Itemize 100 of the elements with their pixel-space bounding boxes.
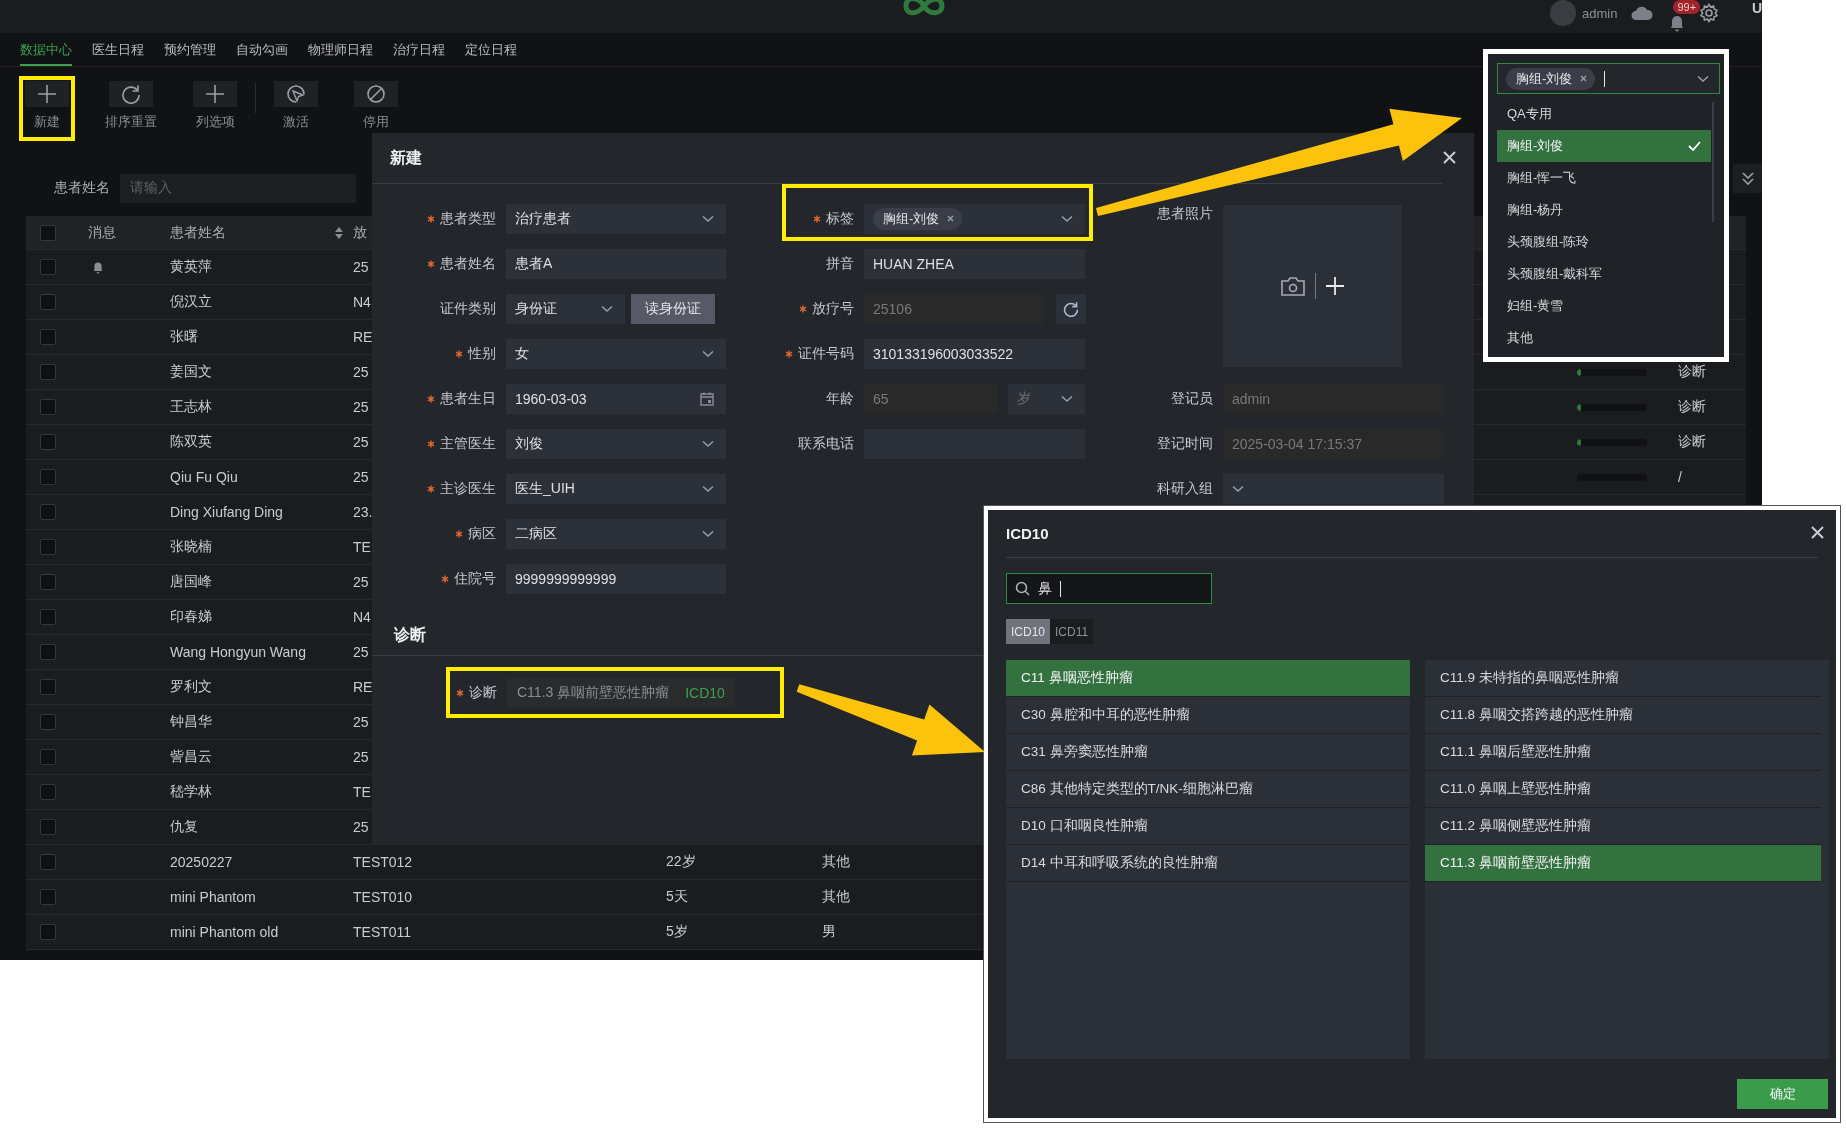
field-label: 放疗号: [812, 299, 854, 318]
field-label: 证件号码: [798, 344, 854, 363]
checkbox[interactable]: [40, 819, 56, 835]
nav-tab[interactable]: 预约管理: [164, 33, 216, 66]
checkbox[interactable]: [40, 644, 56, 660]
dropdown-option[interactable]: 头颈腹组-陈玲: [1497, 226, 1711, 258]
table-cell: 5岁: [666, 923, 688, 941]
plus-icon: [1326, 277, 1344, 295]
cloud-icon[interactable]: [1631, 5, 1654, 21]
refresh-button[interactable]: [1056, 293, 1086, 324]
checkbox[interactable]: [40, 294, 56, 310]
close-icon[interactable]: [1443, 151, 1456, 164]
select-field[interactable]: 二病区: [506, 518, 726, 549]
list-item[interactable]: C11.1 鼻咽后壁恶性肿瘤: [1425, 734, 1821, 771]
refresh-icon: [1063, 300, 1079, 317]
text-field[interactable]: 患者A: [506, 248, 726, 279]
checkbox[interactable]: [40, 434, 56, 450]
list-item[interactable]: C11 鼻咽恶性肿瘤: [1006, 660, 1410, 697]
sort-icon[interactable]: [335, 226, 343, 239]
dropdown-option[interactable]: 头颈腹组-戴科军: [1497, 258, 1711, 290]
list-item[interactable]: C86 其他特定类型的T/NK-细胞淋巴瘤: [1006, 771, 1410, 808]
list-item[interactable]: C30 鼻腔和中耳的恶性肿瘤: [1006, 697, 1410, 734]
list-item[interactable]: C11.0 鼻咽上壁恶性肿瘤: [1425, 771, 1821, 808]
checkbox[interactable]: [40, 714, 56, 730]
checkbox[interactable]: [40, 539, 56, 555]
tag-select[interactable]: 胸组-刘俊: [1497, 63, 1720, 94]
settings-icon[interactable]: [1699, 3, 1720, 23]
checkbox[interactable]: [40, 259, 56, 275]
nav-tab[interactable]: 物理师日程: [308, 33, 373, 66]
dropdown-option[interactable]: 胸组-杨丹: [1497, 194, 1711, 226]
field-label: 联系电话: [798, 434, 854, 453]
list-item[interactable]: C11.8 鼻咽交搭跨越的恶性肿瘤: [1425, 697, 1821, 734]
table-cell: 25: [353, 574, 369, 590]
photo-upload[interactable]: [1223, 205, 1402, 367]
field-label: 科研入组: [1157, 479, 1213, 498]
checkbox[interactable]: [40, 399, 56, 415]
dropdown-option[interactable]: 胸组-恽一飞: [1497, 162, 1711, 194]
tab[interactable]: ICD10: [1006, 619, 1050, 644]
checkbox[interactable]: [40, 679, 56, 695]
text-field[interactable]: 310133196003033522: [864, 338, 1085, 369]
remove-icon[interactable]: [947, 215, 955, 222]
nav-tab[interactable]: 数据中心: [20, 33, 72, 66]
table-cell-text: /: [1677, 469, 1682, 485]
remove-icon[interactable]: [1580, 75, 1588, 82]
table-cell: 訾昌云: [170, 748, 212, 766]
diagnosis-field[interactable]: C11.3 鼻咽前壁恶性肿瘤 ICD10: [507, 678, 735, 708]
checkbox[interactable]: [40, 749, 56, 765]
list-item[interactable]: C31 鼻旁窦恶性肿瘤: [1006, 734, 1410, 771]
select-field[interactable]: 治疗患者: [506, 203, 726, 234]
checkbox[interactable]: [40, 574, 56, 590]
tab[interactable]: ICD11: [1050, 619, 1094, 644]
list-item[interactable]: D14 中耳和呼吸系统的良性肿瘤: [1006, 845, 1410, 882]
checkbox[interactable]: [40, 784, 56, 800]
table-cell: 23.: [353, 504, 373, 520]
select-field[interactable]: [1223, 473, 1444, 504]
chevron-down-icon: [1232, 484, 1244, 493]
expand-button[interactable]: [1733, 164, 1762, 193]
select-field[interactable]: 医生_UIH: [506, 473, 726, 504]
checkbox[interactable]: [40, 364, 56, 380]
checkbox[interactable]: [40, 924, 56, 940]
list-item[interactable]: C11.3 鼻咽前壁恶性肿瘤: [1425, 845, 1821, 882]
nav-tab[interactable]: 医生日程: [92, 33, 144, 66]
text-field[interactable]: HUAN ZHEA: [864, 248, 1085, 279]
required-icon: [455, 349, 463, 358]
field-label: 患者类型: [440, 209, 496, 228]
text-field[interactable]: 9999999999999: [506, 563, 726, 594]
nav-tab[interactable]: 治疗日程: [393, 33, 445, 66]
avatar-icon[interactable]: [1550, 0, 1576, 26]
dropdown-option[interactable]: QA专用: [1497, 98, 1711, 130]
dropdown-option[interactable]: 妇组-黄雪: [1497, 290, 1711, 322]
checkbox[interactable]: [40, 854, 56, 870]
close-icon[interactable]: [1811, 526, 1824, 539]
checkbox[interactable]: [40, 609, 56, 625]
chevron-down-icon: [702, 529, 714, 538]
checkbox[interactable]: [40, 224, 56, 241]
nav-tab[interactable]: 定位日程: [465, 33, 517, 66]
checkbox[interactable]: [40, 504, 56, 520]
select-field[interactable]: 刘俊: [506, 428, 726, 459]
table-cell-text: 诊断: [1677, 433, 1706, 451]
chevron-down-icon: [601, 304, 613, 313]
checkbox[interactable]: [40, 329, 56, 345]
date-field[interactable]: 1960-03-03: [506, 383, 726, 414]
list-item[interactable]: C11.9 未特指的鼻咽恶性肿瘤: [1425, 660, 1821, 697]
bell-icon[interactable]: [1669, 14, 1686, 32]
nav-tab[interactable]: 自动勾画: [236, 33, 288, 66]
select-field[interactable]: 身份证: [506, 293, 625, 324]
tag-select[interactable]: 胸组-刘俊: [864, 203, 1085, 234]
table-cell-text: 诊断: [1677, 363, 1706, 381]
list-item[interactable]: D10 口和咽良性肿瘤: [1006, 808, 1410, 845]
dropdown-option[interactable]: 胸组-刘俊: [1497, 130, 1711, 162]
column-header[interactable]: 患者姓名: [170, 223, 226, 242]
read-id-button[interactable]: 读身份证: [631, 293, 715, 324]
required-icon: [799, 304, 807, 313]
checkbox[interactable]: [40, 889, 56, 905]
user-name[interactable]: admin: [1582, 5, 1618, 21]
dropdown-option[interactable]: 其他: [1497, 322, 1711, 354]
select-field[interactable]: 女: [506, 338, 726, 369]
toolbar-button[interactable]: 排序重置: [105, 81, 157, 131]
checkbox[interactable]: [40, 469, 56, 485]
search-field[interactable]: 鼻: [1006, 573, 1212, 604]
